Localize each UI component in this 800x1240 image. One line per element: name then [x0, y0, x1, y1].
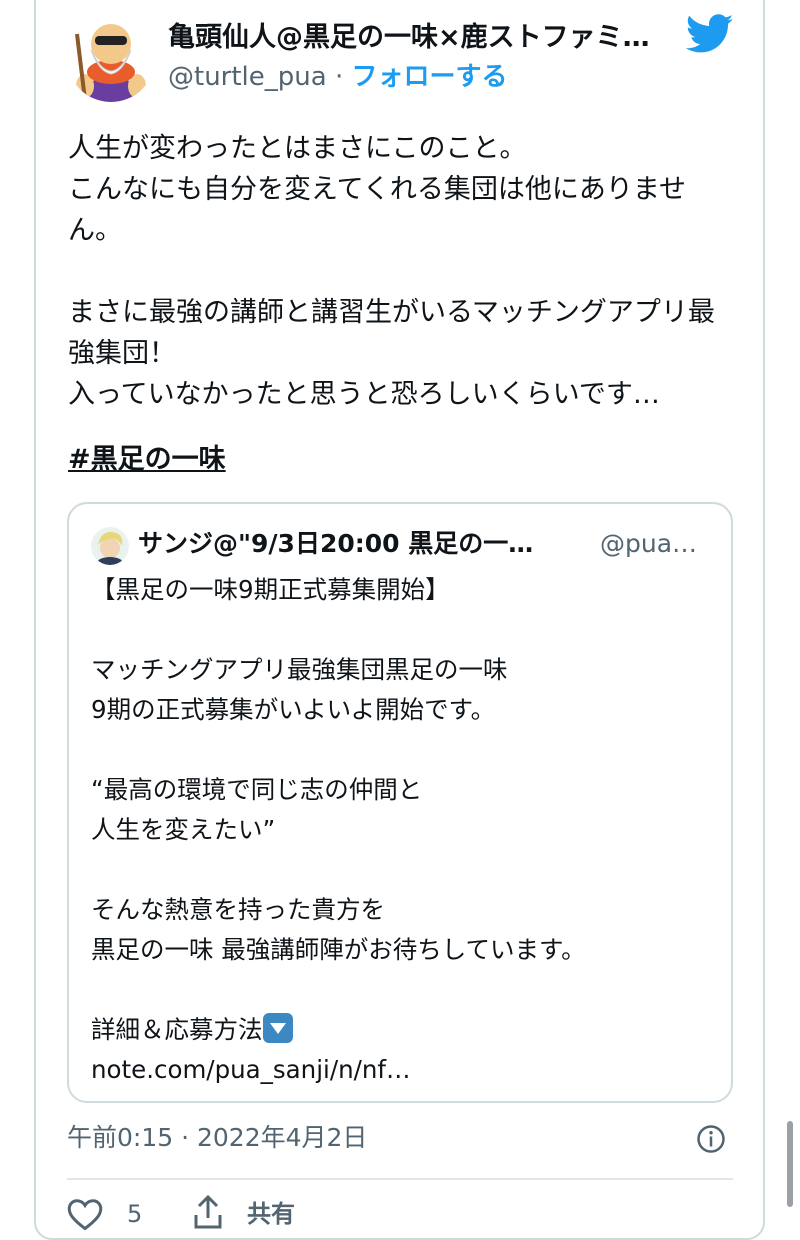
meta-separator: ·: [334, 62, 344, 92]
twitter-bird-icon[interactable]: [686, 14, 734, 54]
tweet-timestamp[interactable]: 午前0:15 · 2022年4月2日: [67, 1118, 367, 1158]
quote-author-handle[interactable]: @pua…: [600, 524, 704, 564]
quote-author-display-name[interactable]: サンジ@"9/3日20:00 黒足の一…: [138, 524, 578, 564]
quote-author-avatar[interactable]: [91, 527, 129, 565]
author-handle[interactable]: @turtle_pua: [168, 62, 327, 92]
like-count: 5: [127, 1200, 143, 1228]
down-arrow-emoji-icon: [262, 1013, 293, 1043]
follow-button[interactable]: フォローする: [352, 62, 508, 92]
quote-link[interactable]: note.com/pua_sanji/n/nf…: [91, 1055, 411, 1084]
info-icon[interactable]: [696, 1124, 726, 1154]
share-button-label[interactable]: 共有: [247, 1196, 295, 1232]
quote-main-text: 【黒足の一味9期正式募集開始】 マッチングアプリ最強集団黒足の一味 9期の正式募…: [91, 575, 586, 964]
action-bar: 5 共有: [67, 1192, 733, 1232]
divider: [67, 1178, 733, 1180]
share-icon[interactable]: [193, 1194, 223, 1230]
hashtag-link[interactable]: #黒足の一味: [68, 440, 226, 480]
heart-icon[interactable]: [67, 1198, 103, 1232]
quote-details-label: 詳細＆応募方法: [91, 1015, 263, 1044]
author-meta-row: @turtle_pua · フォローする: [168, 58, 508, 96]
author-avatar[interactable]: [67, 14, 155, 102]
scrollbar[interactable]: [787, 1121, 793, 1207]
tweet-body-text: 人生が変わったとはまさにこのこと。 こんなにも自分を変えてくれる集団は他にありま…: [68, 133, 715, 410]
quoted-tweet-text: 【黒足の一味9期正式募集開始】 マッチングアプリ最強集団黒足の一味 9期の正式募…: [91, 570, 711, 1090]
author-display-name[interactable]: 亀頭仙人@黒足の一味×鹿ストファミ…: [168, 18, 668, 58]
